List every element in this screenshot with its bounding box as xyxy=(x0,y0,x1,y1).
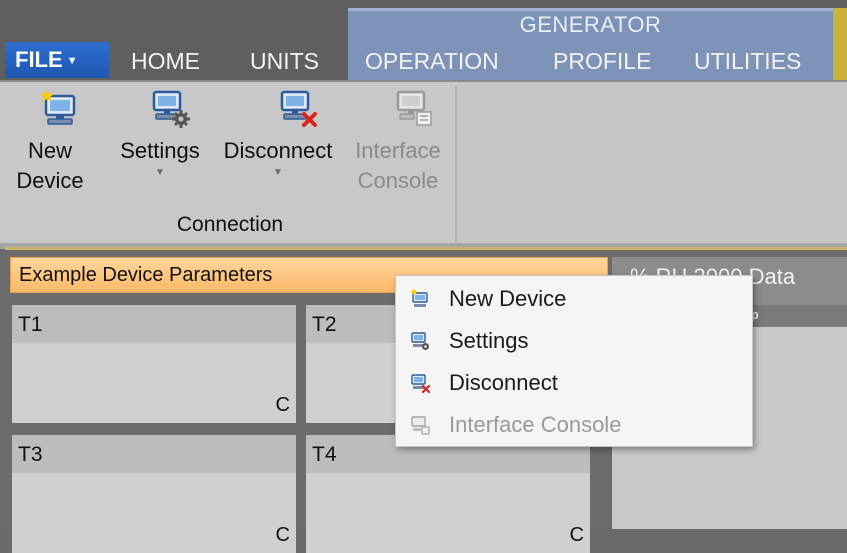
disconnect-icon xyxy=(411,374,430,393)
tab-operation[interactable]: OPERATION xyxy=(365,44,499,78)
menu-item-label: Settings xyxy=(449,328,529,353)
settings-label: Settings xyxy=(120,138,200,163)
new-device-icon xyxy=(40,89,76,125)
tile-label: T1 xyxy=(12,305,296,343)
ribbon-group-label: Connection xyxy=(176,213,284,236)
menu-item-label: Interface Console xyxy=(449,412,622,437)
tile-unit: C xyxy=(569,524,584,546)
new-device-label-1: New xyxy=(27,138,72,163)
chevron-down-icon: ▼ xyxy=(273,167,283,178)
settings-icon xyxy=(411,332,429,350)
interface-console-label-1: Interface xyxy=(355,138,441,163)
generator-group-label: GENERATOR xyxy=(519,12,662,37)
disconnect-label: Disconnect xyxy=(223,138,333,163)
chevron-down-icon: ▼ xyxy=(66,55,78,68)
tab-utilities[interactable]: UTILITIES xyxy=(694,44,801,78)
interface-console-label-2: Console xyxy=(357,168,439,193)
tile-unit: C xyxy=(275,524,290,546)
tab-profile[interactable]: PROFILE xyxy=(553,44,651,78)
parameter-tile-t1[interactable]: T1 C xyxy=(12,305,296,423)
tile-unit: C xyxy=(275,394,290,416)
new-device-icon xyxy=(411,289,428,307)
tab-file-label: FILE xyxy=(15,47,63,72)
context-menu: New Device Settings Disconnect Interface… xyxy=(395,275,753,447)
context-menu-item-settings[interactable]: Settings xyxy=(396,320,752,362)
ribbon-group-separator xyxy=(455,86,457,242)
window-edge-accent xyxy=(833,8,847,80)
tab-units[interactable]: UNITS xyxy=(250,44,319,78)
new-device-button[interactable]: New Device xyxy=(10,88,90,212)
context-menu-item-interface-console[interactable]: Interface Console xyxy=(396,404,752,446)
tab-home[interactable]: HOME xyxy=(131,44,200,78)
interface-console-icon xyxy=(396,90,432,126)
context-menu-item-new-device[interactable]: New Device xyxy=(396,278,752,320)
context-menu-item-disconnect[interactable]: Disconnect xyxy=(396,362,752,404)
chevron-down-icon: ▼ xyxy=(155,167,165,178)
settings-button[interactable]: Settings ▼ xyxy=(112,88,208,212)
disconnect-icon xyxy=(280,90,317,127)
parameter-tile-t4[interactable]: T4 C xyxy=(306,435,590,553)
disconnect-button[interactable]: Disconnect ▼ xyxy=(212,88,344,212)
parameter-tile-t3[interactable]: T3 C xyxy=(12,435,296,553)
menu-item-label: New Device xyxy=(449,286,567,311)
settings-icon xyxy=(152,90,190,128)
new-device-label-2: Device xyxy=(16,168,84,193)
interface-console-button[interactable]: Interface Console xyxy=(346,88,450,212)
ribbon-empty-area xyxy=(458,82,847,245)
menu-item-label: Disconnect xyxy=(449,370,558,395)
interface-console-icon xyxy=(411,416,430,435)
tile-label: T3 xyxy=(12,435,296,473)
tab-file[interactable]: FILE ▼ xyxy=(5,42,109,78)
